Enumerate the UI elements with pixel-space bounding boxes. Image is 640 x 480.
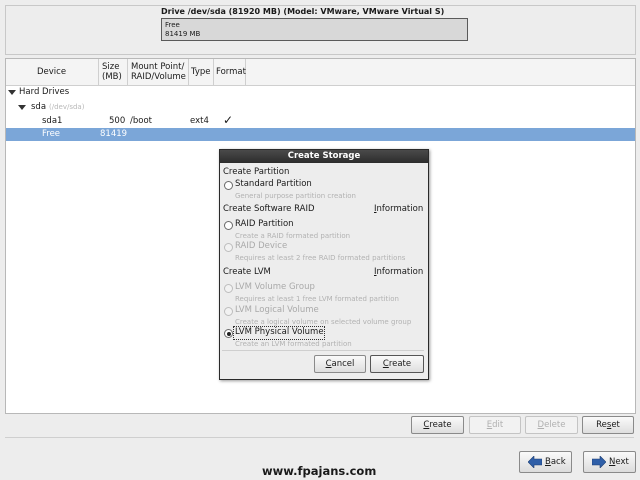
back-label: ack (550, 457, 566, 467)
dialog-separator (222, 350, 424, 351)
segment-name: Free (165, 21, 180, 29)
label-lvm-logical-volume: LVM Logical Volume (235, 305, 319, 315)
header-size: Size (102, 62, 120, 72)
desc-raid-device: Requires at least 2 free RAID formated p… (235, 254, 406, 262)
reset-prefix: Re (596, 420, 607, 430)
label-lvm-physical-volume[interactable]: LVM Physical Volume (235, 327, 324, 337)
back-button[interactable]: Back (519, 451, 572, 473)
column-type[interactable]: Type (189, 59, 214, 86)
raid-information-link[interactable]: Information (374, 204, 423, 214)
disk-path: (/dev/sda) (49, 103, 85, 111)
desc-lvm-volume-group: Requires at least 1 free LVM formated pa… (235, 295, 399, 303)
create-button[interactable]: Create (411, 416, 464, 434)
watermark-text: www.fpajans.com (262, 464, 377, 478)
lvm-information-link[interactable]: Information (374, 267, 423, 277)
next-arrow-icon (592, 456, 606, 468)
format-check-icon: ✓ (223, 113, 234, 127)
header-size-unit: (MB) (102, 72, 122, 82)
column-filler (246, 59, 635, 86)
label-raid-partition[interactable]: RAID Partition (235, 219, 294, 229)
radio-lvm-physical-volume[interactable] (224, 329, 233, 338)
reset-label: et (611, 420, 620, 430)
reset-button[interactable]: Reset (582, 416, 634, 434)
header-format: Format (216, 67, 246, 77)
column-mount[interactable]: Mount Point/ RAID/Volume (128, 59, 189, 86)
header-type: Type (191, 67, 211, 77)
create-storage-dialog: Create Storage Create Partition Standard… (219, 149, 429, 380)
back-arrow-icon (528, 456, 542, 468)
row-size-sda1: 500 (109, 116, 126, 126)
edit-button[interactable]: Edit (469, 416, 521, 434)
expander-sda-icon[interactable] (18, 105, 26, 110)
section-create-raid: Create Software RAID (223, 204, 315, 214)
desc-lvm-logical-volume: Create a logical volume on selected volu… (235, 318, 412, 326)
section-create-lvm: Create LVM (223, 267, 271, 277)
label-raid-device: RAID Device (235, 241, 288, 251)
desc-standard-partition: General purpose partition creation (235, 192, 356, 200)
row-device-free[interactable]: Free (42, 129, 60, 139)
desc-lvm-physical-volume: Create an LVM formated partition (235, 340, 352, 348)
next-button[interactable]: Next (583, 451, 636, 473)
column-size[interactable]: Size (MB) (99, 59, 128, 86)
drive-free-segment[interactable]: Free 81419 MB (161, 18, 468, 41)
radio-lvm-logical-volume (224, 307, 233, 316)
edit-label: dit (492, 420, 504, 430)
row-size-free: 81419 (100, 129, 128, 139)
radio-raid-device (224, 243, 233, 252)
radio-standard-partition[interactable] (224, 181, 233, 190)
radio-raid-partition[interactable] (224, 221, 233, 230)
cancel-label: ancel (331, 359, 355, 369)
segment-size: 81419 MB (165, 30, 201, 38)
header-raid-volume: RAID/Volume (131, 72, 186, 82)
next-label: ext (615, 457, 629, 467)
lvm-info-rest: nformation (376, 267, 424, 277)
raid-info-rest: nformation (376, 204, 424, 214)
bottom-separator (5, 437, 634, 438)
disk-name[interactable]: sda (31, 102, 46, 112)
row-type-sda1: ext4 (190, 116, 209, 126)
row-mount-sda1: /boot (130, 116, 152, 126)
group-hard-drives[interactable]: Hard Drives (19, 87, 69, 97)
dialog-create-label: reate (388, 359, 412, 369)
dialog-title: Create Storage (220, 150, 428, 163)
label-standard-partition[interactable]: Standard Partition (235, 179, 312, 189)
column-device[interactable]: Device (6, 59, 99, 86)
delete-button[interactable]: Delete (525, 416, 578, 434)
header-device: Device (37, 67, 67, 77)
label-lvm-volume-group: LVM Volume Group (235, 282, 315, 292)
delete-label: elete (544, 420, 566, 430)
section-create-partition: Create Partition (223, 167, 290, 177)
create-label: reate (429, 420, 452, 430)
drive-title: Drive /dev/sda (81920 MB) (Model: VMware… (161, 7, 445, 16)
dialog-create-button[interactable]: Create (370, 355, 424, 373)
radio-lvm-volume-group (224, 284, 233, 293)
header-mount: Mount Point/ (131, 62, 185, 72)
dialog-cancel-button[interactable]: Cancel (314, 355, 366, 373)
desc-raid-partition: Create a RAID formated partition (235, 232, 351, 240)
column-format[interactable]: Format (214, 59, 246, 86)
expander-hard-drives-icon[interactable] (8, 90, 16, 95)
row-device-sda1[interactable]: sda1 (42, 116, 62, 126)
